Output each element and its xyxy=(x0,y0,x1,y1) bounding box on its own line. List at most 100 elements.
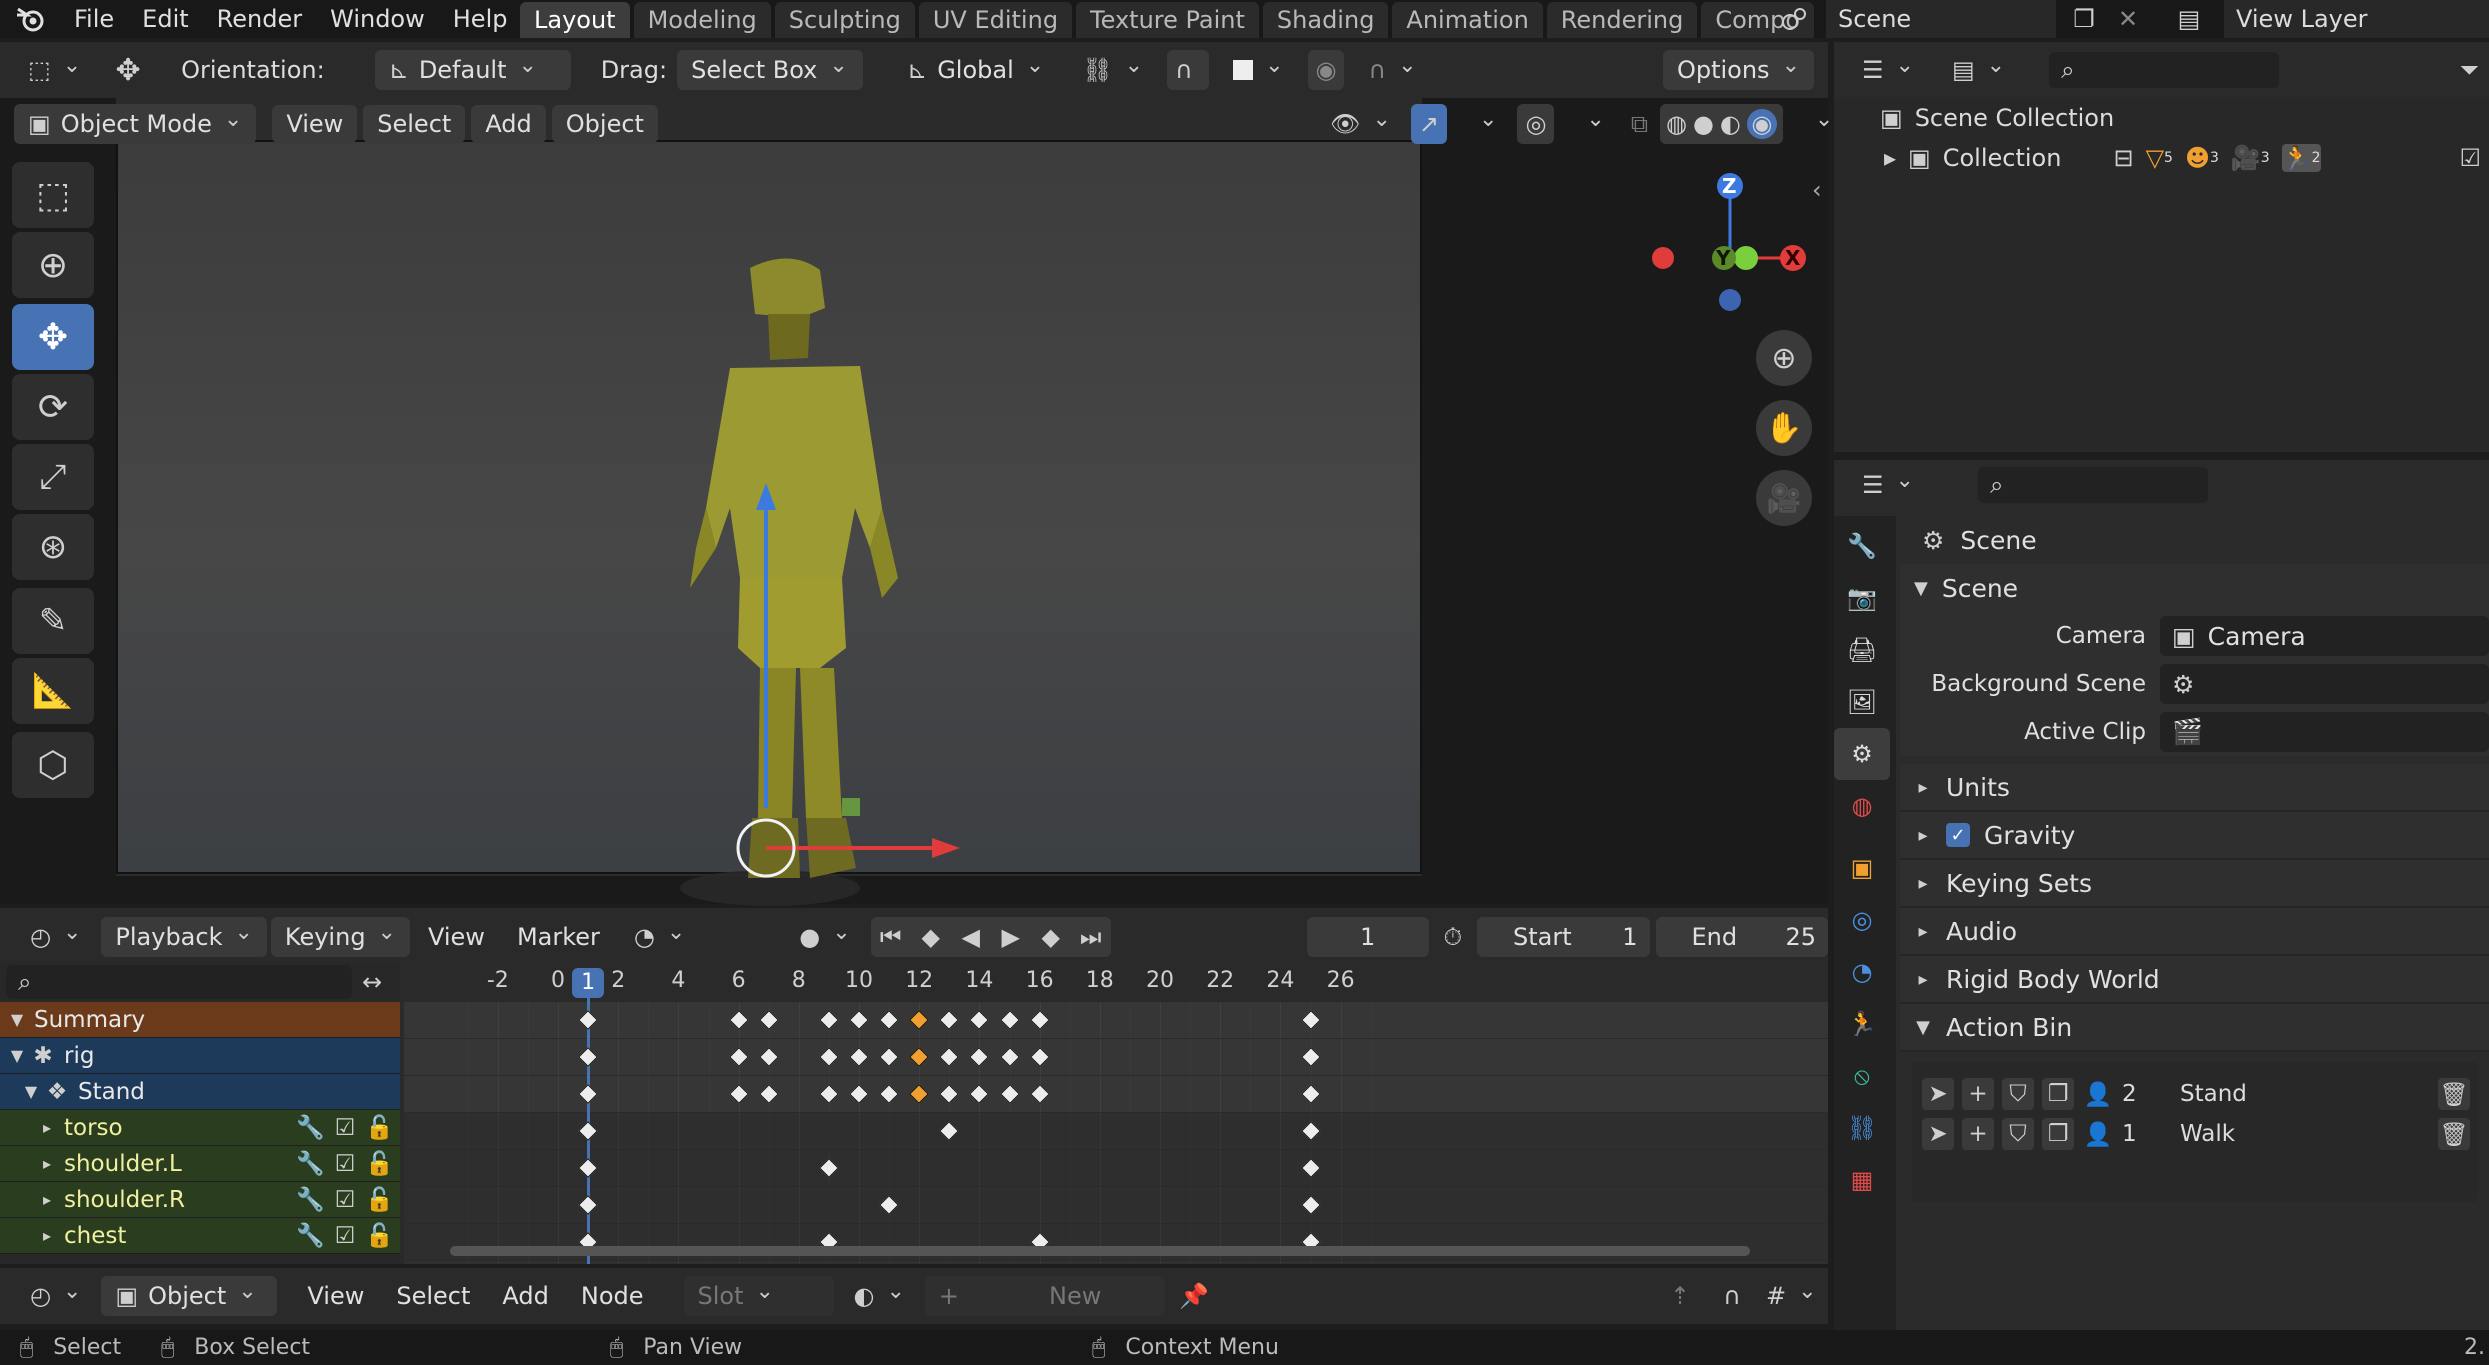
node-menu-view[interactable]: View xyxy=(293,1276,378,1316)
gravity-checkbox[interactable]: ✓ xyxy=(1946,823,1970,847)
user-icon[interactable]: 👤 xyxy=(2082,1118,2114,1150)
play-icon[interactable]: ▶ xyxy=(991,923,1031,951)
gizmo-dropdown[interactable] xyxy=(1453,104,1511,144)
workspace-tab-texture-paint[interactable]: Texture Paint xyxy=(1076,2,1259,38)
jump-keyframe-forward-icon[interactable]: ◆ xyxy=(1031,923,1071,951)
cursor-tool[interactable]: ⊕ xyxy=(12,232,94,298)
select-arrow-icon[interactable]: ➤ xyxy=(1922,1078,1954,1110)
expand-arrow-icon[interactable]: ▼ xyxy=(20,1082,42,1101)
scene-tab-icon[interactable]: ⚙ xyxy=(1834,728,1890,780)
sidebar-toggle-icon[interactable]: ‹ xyxy=(1812,176,1822,204)
channel-torso[interactable]: ▸ torso 🔧 ☑ 🔓 xyxy=(0,1110,400,1146)
workspace-tab-uv-editing[interactable]: UV Editing xyxy=(918,2,1073,38)
scene-icon[interactable] xyxy=(1770,4,1820,34)
mute-checkbox-icon[interactable]: ☑ xyxy=(335,1222,356,1249)
panel-rigid-body-world[interactable]: ▸ Rigid Body World xyxy=(1900,956,2489,1004)
xray-toggle[interactable]: ⧉ xyxy=(1625,104,1654,144)
texture-tab-icon[interactable]: ▦ xyxy=(1834,1154,1890,1206)
drag-dropdown[interactable]: Select Box xyxy=(677,50,864,90)
expand-arrow-icon[interactable]: ▼ xyxy=(6,1046,28,1065)
plus-icon[interactable]: + xyxy=(1962,1078,1994,1110)
properties-editor-type[interactable]: ☰ xyxy=(1848,465,1928,505)
modifier-wrench-icon[interactable]: 🔧 xyxy=(296,1222,325,1249)
expand-arrow-icon[interactable]: ▼ xyxy=(6,1010,28,1029)
physics-tab-icon[interactable]: 🏃 xyxy=(1834,998,1890,1050)
select-arrow-icon[interactable]: ➤ xyxy=(1922,1118,1954,1150)
close-scene-icon[interactable]: ✕ xyxy=(2110,4,2146,34)
expand-arrow-icon[interactable]: ▸ xyxy=(36,1118,58,1137)
keyframe-area[interactable]: -2 0 1 2 4 6 8 10 12 14 16 18 20 22 24 26 xyxy=(404,962,1828,1264)
workspace-tab-animation[interactable]: Animation xyxy=(1392,2,1543,38)
view-layer-tab-icon[interactable]: 🖼 xyxy=(1834,676,1890,728)
node-menu-node[interactable]: Node xyxy=(567,1276,658,1316)
snap-node-icon[interactable]: ∩ xyxy=(1712,1282,1752,1310)
node-editor-type-dropdown[interactable]: ◴ xyxy=(16,1276,95,1316)
workspace-tab-modeling[interactable]: Modeling xyxy=(633,2,771,38)
zoom-icon[interactable]: ⊕ xyxy=(1756,330,1812,386)
expand-arrow-icon[interactable]: ▸ xyxy=(36,1154,58,1173)
delete-action-icon[interactable]: 🗑 xyxy=(2438,1078,2470,1110)
plus-icon[interactable]: + xyxy=(1962,1118,1994,1150)
expand-arrow-icon[interactable]: ▸ xyxy=(1884,144,1896,172)
channel-shoulder-l[interactable]: ▸ shoulder.L 🔧 ☑ 🔓 xyxy=(0,1146,400,1182)
lock-icon[interactable]: 🔓 xyxy=(365,1150,394,1177)
collection-row[interactable]: ▸ ▣ Collection ⊟ ▽ 5 ☻ 3 🎥 3 🏃 2 ☑ xyxy=(1834,138,2489,178)
scene-panel-header[interactable]: ▼ Scene xyxy=(1900,564,2489,612)
stopwatch-icon[interactable]: ⏱ xyxy=(1435,923,1471,951)
menu-render[interactable]: Render xyxy=(203,2,316,36)
falloff-dropdown[interactable]: ∩ xyxy=(1354,50,1430,90)
transform-orientation-dropdown[interactable]: ⊾ Global xyxy=(893,50,1058,90)
node-menu-add[interactable]: Add xyxy=(488,1276,562,1316)
panel-action-bin[interactable]: ▼ Action Bin xyxy=(1900,1004,2489,1052)
play-reverse-icon[interactable]: ◀ xyxy=(951,923,991,951)
frame-ruler[interactable]: -2 0 1 2 4 6 8 10 12 14 16 18 20 22 24 26 xyxy=(404,962,1828,1002)
mode-dropdown[interactable]: ▣ Object Mode xyxy=(14,104,257,144)
duplicate-icon[interactable]: ❐ xyxy=(2042,1078,2074,1110)
modifier-wrench-icon[interactable]: 🔧 xyxy=(296,1150,325,1177)
object-tab-icon[interactable]: ▣ xyxy=(1834,842,1890,894)
panel-units[interactable]: ▸ Units xyxy=(1900,764,2489,812)
start-frame-field[interactable]: Start 1 xyxy=(1476,917,1650,957)
overlay-toggle[interactable]: ◎ xyxy=(1517,104,1555,144)
visibility-dropdown[interactable]: 👁 xyxy=(1316,104,1405,144)
modifiers-tab-icon[interactable]: ◎ xyxy=(1834,894,1890,946)
outliner-editor-type[interactable]: ☰ xyxy=(1848,50,1928,90)
duplicate-icon[interactable]: ❐ xyxy=(2042,1118,2074,1150)
pivot-dropdown[interactable]: ⛓ xyxy=(1068,50,1157,90)
node-menu-select[interactable]: Select xyxy=(382,1276,484,1316)
jump-start-icon[interactable]: ⏮ xyxy=(871,923,911,951)
blender-logo-icon[interactable] xyxy=(0,0,60,38)
action-row[interactable]: ➤ + ⛉ ❐ 👤 1 Walk 🗑 xyxy=(1912,1114,2478,1154)
view-layer-selector[interactable]: View Layer xyxy=(2224,0,2489,38)
menu-window[interactable]: Window xyxy=(316,2,439,36)
viewport-menu-add[interactable]: Add xyxy=(471,105,546,143)
rendered-shading-icon[interactable]: ◉ xyxy=(1746,109,1777,139)
current-frame-field[interactable]: 1 xyxy=(1306,917,1429,957)
panel-keying-sets[interactable]: ▸ Keying Sets xyxy=(1900,860,2489,908)
mute-checkbox-icon[interactable]: ☑ xyxy=(335,1150,356,1177)
end-frame-field[interactable]: End 25 xyxy=(1655,917,1829,957)
rotate-tool[interactable]: ⟳ xyxy=(12,374,94,440)
fake-user-shield-icon[interactable]: ⛉ xyxy=(2002,1118,2034,1150)
dopesheet[interactable]: ◴ PlaybackKeyingViewMarker ◔ ● ⏮ ◆ ◀ ▶ ◆… xyxy=(0,908,1829,1264)
move-tool[interactable]: ✥ xyxy=(12,304,94,370)
menu-help[interactable]: Help xyxy=(439,2,522,36)
viewport-menu-select[interactable]: Select xyxy=(363,105,466,143)
proportional-toggle[interactable]: ◉ xyxy=(1307,50,1345,90)
tool-tab-icon[interactable]: 🔧 xyxy=(1834,520,1890,572)
expand-arrow-icon[interactable]: ▸ xyxy=(36,1190,58,1209)
camera-field[interactable]: ▣ Camera xyxy=(2160,616,2489,656)
channel-chest[interactable]: ▸ chest 🔧 ☑ 🔓 xyxy=(0,1218,400,1254)
wireframe-shading-icon[interactable]: ◍ xyxy=(1666,110,1687,138)
solid-shading-icon[interactable]: ● xyxy=(1693,110,1714,138)
workspace-tab-shading[interactable]: Shading xyxy=(1262,2,1389,38)
workspace-tab-sculpting[interactable]: Sculpting xyxy=(774,2,915,38)
material-browse-dropdown[interactable]: ◐ xyxy=(840,1276,919,1316)
panel-audio[interactable]: ▸ Audio xyxy=(1900,908,2489,956)
select-box-tool[interactable]: ⬚ xyxy=(12,162,94,228)
viewport-menu-object[interactable]: Object xyxy=(551,105,658,143)
panel-gravity[interactable]: ▸ ✓ Gravity xyxy=(1900,812,2489,860)
world-tab-icon[interactable]: ◍ xyxy=(1834,780,1890,832)
select-tool-dropdown[interactable]: ⬚ xyxy=(14,50,95,90)
expand-arrow-icon[interactable]: ▸ xyxy=(36,1226,58,1245)
